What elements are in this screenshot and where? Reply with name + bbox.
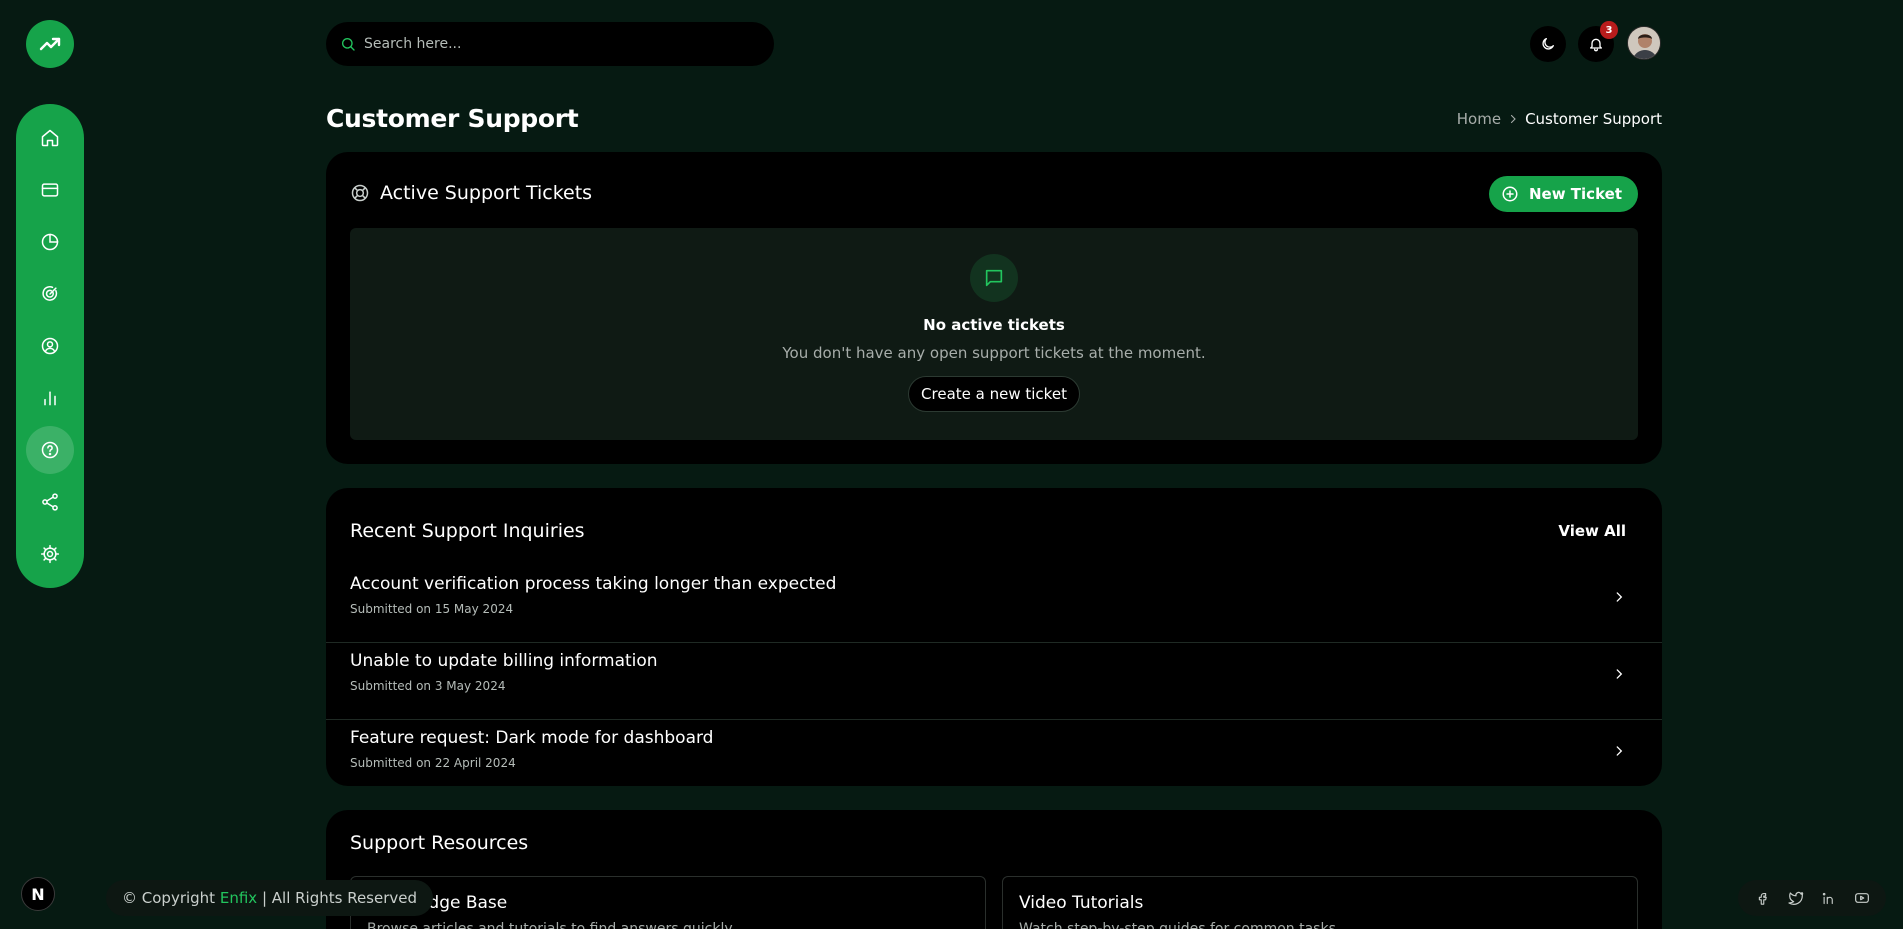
search-icon bbox=[342, 38, 355, 51]
new-ticket-label: New Ticket bbox=[1529, 185, 1622, 203]
inquiry-date: Submitted on 22 April 2024 bbox=[350, 756, 516, 770]
theme-toggle-button[interactable] bbox=[1530, 26, 1566, 62]
app-logo[interactable] bbox=[26, 20, 74, 68]
user-avatar-icon bbox=[1628, 27, 1660, 59]
inquiry-row[interactable]: Unable to update billing information Sub… bbox=[326, 643, 1662, 720]
empty-tickets-icon-wrap bbox=[970, 254, 1018, 302]
twitter-icon bbox=[1787, 891, 1803, 905]
user-circle-icon bbox=[41, 337, 59, 355]
active-tickets-header: Active Support Tickets bbox=[350, 182, 592, 204]
empty-tickets-subtitle: You don't have any open support tickets … bbox=[782, 344, 1206, 362]
active-tickets-card: Active Support Tickets New Ticket No act… bbox=[326, 152, 1662, 464]
facebook-link[interactable] bbox=[1752, 887, 1774, 909]
empty-tickets-state: No active tickets You don't have any ope… bbox=[350, 228, 1638, 440]
breadcrumb-current: Customer Support bbox=[1525, 110, 1662, 128]
inquiry-date: Submitted on 15 May 2024 bbox=[350, 602, 514, 616]
sidebar-item-radar[interactable] bbox=[26, 270, 74, 318]
chevron-right-icon bbox=[1616, 592, 1623, 602]
pie-chart-icon bbox=[41, 233, 59, 251]
breadcrumb-home-link[interactable]: Home bbox=[1457, 110, 1501, 128]
trending-up-icon bbox=[39, 37, 61, 51]
radar-icon bbox=[42, 286, 58, 301]
sidebar bbox=[16, 104, 84, 588]
resource-video-tutorials[interactable]: Video Tutorials Watch step-by-step guide… bbox=[1002, 876, 1638, 929]
youtube-link[interactable] bbox=[1851, 887, 1873, 909]
search-input[interactable] bbox=[364, 36, 744, 52]
notifications-button[interactable]: 3 bbox=[1578, 21, 1618, 62]
nextjs-badge[interactable]: N bbox=[21, 877, 55, 911]
home-icon bbox=[41, 129, 59, 147]
chevron-right-icon bbox=[1616, 669, 1623, 679]
copyright-suffix: | All Rights Reserved bbox=[261, 889, 418, 907]
active-tickets-title: Active Support Tickets bbox=[380, 182, 593, 204]
sidebar-item-analytics[interactable] bbox=[26, 218, 74, 266]
credit-card-icon bbox=[41, 183, 59, 197]
social-links bbox=[1738, 880, 1886, 916]
facebook-icon bbox=[1758, 892, 1767, 905]
inquiry-row[interactable]: Feature request: Dark mode for dashboard… bbox=[326, 720, 1662, 797]
plus-circle-icon bbox=[1502, 186, 1518, 202]
copyright-brand-link[interactable]: Enfix bbox=[220, 889, 257, 907]
copyright-prefix: © Copyright bbox=[122, 889, 216, 907]
inquiry-title: Account verification process taking long… bbox=[350, 574, 837, 594]
sidebar-item-reports[interactable] bbox=[26, 374, 74, 422]
inquiries-list: Account verification process taking long… bbox=[326, 566, 1662, 797]
breadcrumb: Home Customer Support bbox=[1457, 110, 1662, 128]
empty-tickets-title: No active tickets bbox=[923, 316, 1065, 334]
resource-knowledge-base[interactable]: Knowledge Base Browse articles and tutor… bbox=[350, 876, 986, 929]
share-icon bbox=[42, 493, 58, 511]
recent-inquiries-title: Recent Support Inquiries bbox=[350, 520, 585, 542]
new-ticket-button[interactable]: New Ticket bbox=[1489, 176, 1638, 212]
resource-description: Browse articles and tutorials to find an… bbox=[367, 921, 733, 929]
view-all-link[interactable]: View All bbox=[1558, 522, 1626, 540]
twitter-link[interactable] bbox=[1785, 887, 1807, 909]
inquiry-title: Unable to update billing information bbox=[350, 651, 658, 671]
sidebar-item-profile[interactable] bbox=[26, 322, 74, 370]
inquiry-date: Submitted on 3 May 2024 bbox=[350, 679, 506, 693]
moon-icon bbox=[1542, 38, 1554, 50]
resource-title: Video Tutorials bbox=[1019, 893, 1144, 913]
avatar[interactable] bbox=[1627, 26, 1661, 60]
sidebar-item-support[interactable] bbox=[26, 426, 74, 474]
support-resources-card: Support Resources Knowledge Base Browse … bbox=[326, 810, 1662, 929]
inquiry-row[interactable]: Account verification process taking long… bbox=[326, 566, 1662, 643]
chevron-right-icon bbox=[1616, 746, 1623, 756]
linkedin-icon bbox=[1822, 892, 1833, 904]
bar-chart-icon bbox=[44, 391, 56, 406]
search-bar bbox=[326, 22, 774, 66]
sidebar-item-settings[interactable] bbox=[26, 530, 74, 578]
chevron-right-icon bbox=[1511, 114, 1516, 124]
linkedin-link[interactable] bbox=[1818, 887, 1840, 909]
lifebuoy-icon bbox=[351, 184, 369, 202]
settings-icon bbox=[40, 544, 60, 564]
footer-copyright: © Copyright Enfix | All Rights Reserved bbox=[106, 880, 434, 916]
message-square-icon bbox=[985, 269, 1003, 287]
sidebar-item-home[interactable] bbox=[26, 114, 74, 162]
resource-description: Watch step-by-step guides for common tas… bbox=[1019, 921, 1336, 929]
bell-icon bbox=[1590, 38, 1602, 52]
sidebar-item-share[interactable] bbox=[26, 478, 74, 526]
create-ticket-button[interactable]: Create a new ticket bbox=[908, 376, 1080, 412]
support-resources-title: Support Resources bbox=[350, 832, 529, 854]
help-circle-icon bbox=[41, 441, 59, 459]
inquiry-title: Feature request: Dark mode for dashboard bbox=[350, 728, 714, 748]
recent-inquiries-card: Recent Support Inquiries View All Accoun… bbox=[326, 488, 1662, 786]
notification-badge: 3 bbox=[1600, 21, 1618, 39]
page-title: Customer Support bbox=[326, 104, 579, 133]
youtube-icon bbox=[1854, 893, 1869, 903]
sidebar-item-cards[interactable] bbox=[26, 166, 74, 214]
